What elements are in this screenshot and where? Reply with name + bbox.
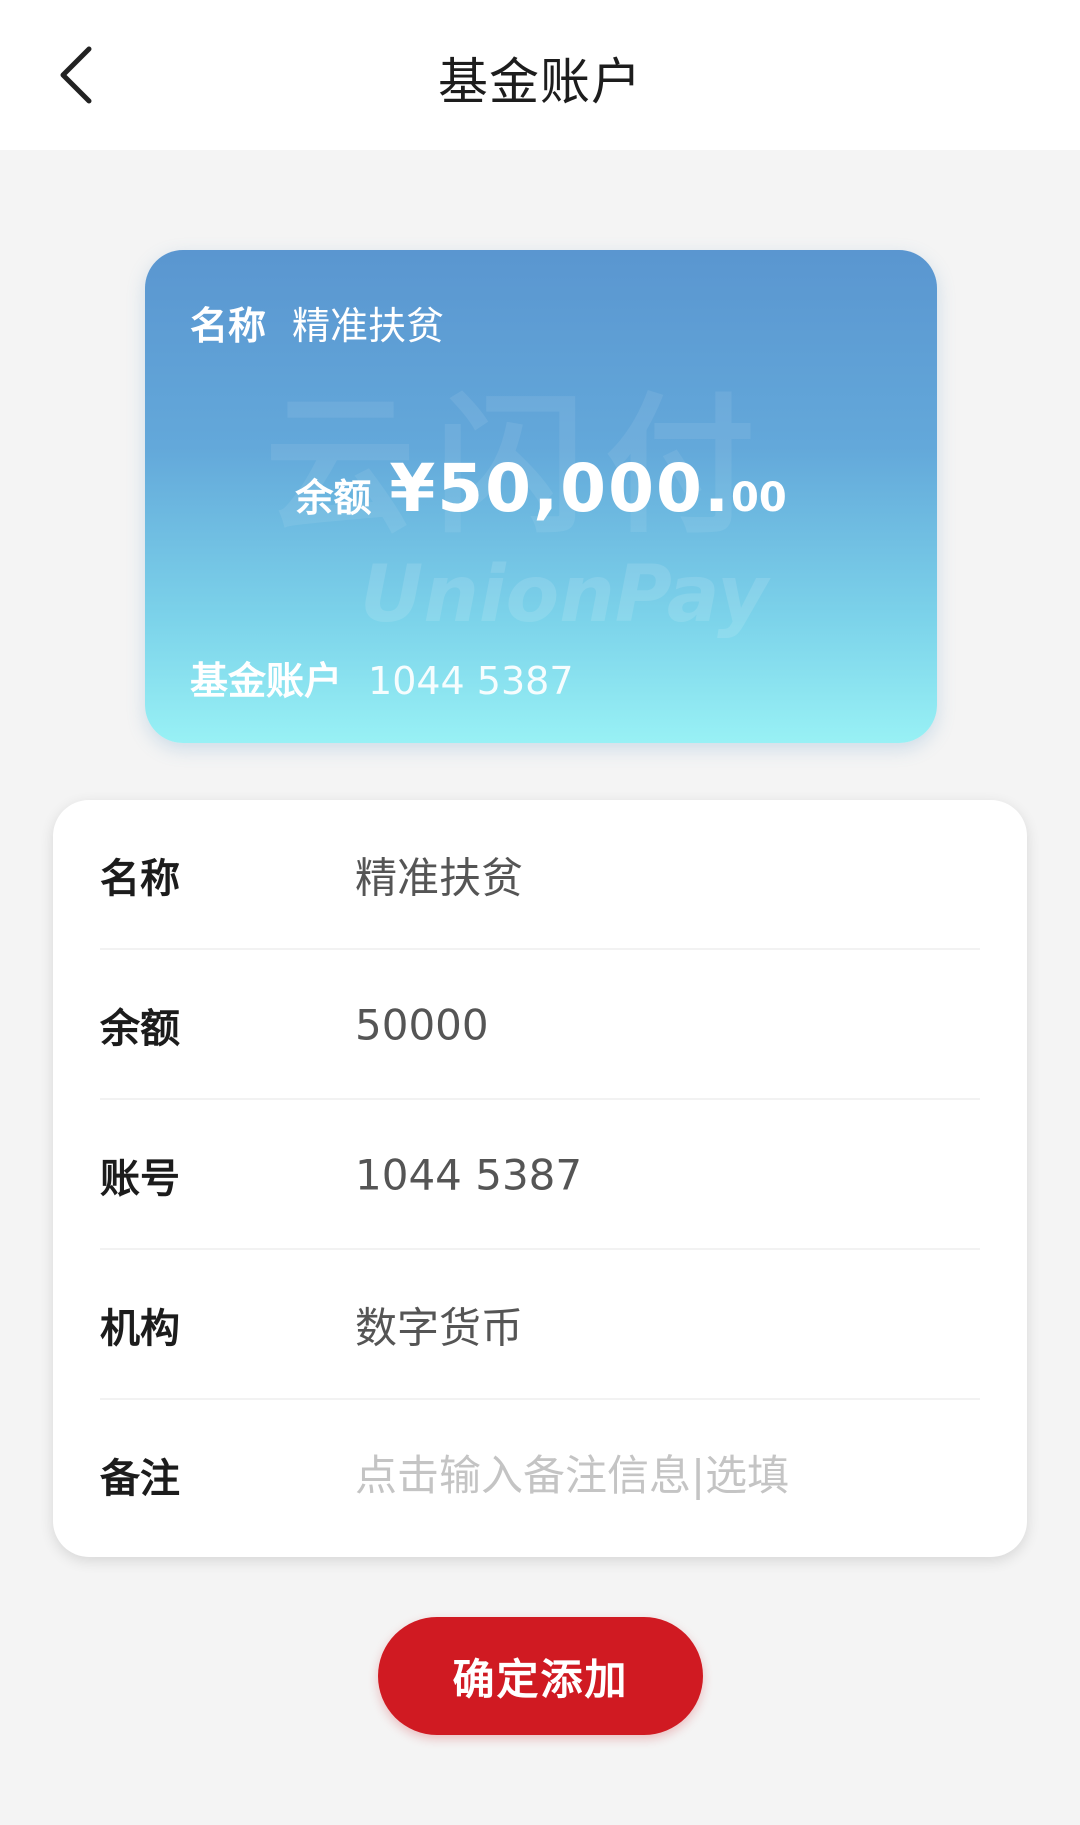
detail-row-name: 名称 精准扶贫: [53, 800, 1027, 950]
remark-label: 备注: [100, 1456, 180, 1502]
detail-label: 名称: [100, 856, 180, 902]
detail-label: 账号: [100, 1156, 180, 1202]
card-name: 名称 精准扶贫: [190, 295, 444, 350]
page-title: 基金账户: [438, 53, 642, 111]
detail-label: 余额: [100, 1006, 180, 1052]
remark-input[interactable]: [355, 1440, 975, 1510]
confirm-add-button[interactable]: 确定添加: [378, 1617, 703, 1735]
card-account: 基金账户 1044 5387: [190, 650, 574, 705]
detail-label: 机构: [100, 1306, 180, 1352]
fund-account-card: 云闪付 UnionPay 名称 精准扶贫 余额 ¥50,000.00 基金账户 104…: [145, 250, 937, 743]
detail-row-institution: 机构 数字货币: [53, 1250, 1027, 1400]
detail-value: 50000: [355, 1000, 489, 1050]
detail-row-account: 账号 1044 5387: [53, 1100, 1027, 1250]
detail-value: 数字货币: [355, 1303, 524, 1353]
card-balance-cents: 00: [731, 475, 787, 521]
account-details-panel: 名称 精准扶贫 余额 50000 账号 1044 5387 机构 数字货币 备注: [53, 800, 1027, 1557]
card-balance-label: 余额: [295, 476, 372, 520]
detail-row-balance: 余额 50000: [53, 950, 1027, 1100]
card-balance: 余额 ¥50,000.00: [145, 450, 937, 527]
detail-value: 精准扶贫: [355, 853, 524, 903]
detail-row-remark: 备注: [53, 1400, 1027, 1550]
card-account-label: 基金账户: [190, 659, 343, 703]
card-name-value: 精准扶贫: [292, 304, 445, 348]
top-bar: 基金账户: [0, 0, 1080, 150]
card-balance-amount: ¥50,000.: [389, 450, 732, 527]
card-name-label: 名称: [190, 304, 267, 348]
card-account-number: 1044 5387: [368, 659, 574, 703]
detail-value: 1044 5387: [355, 1150, 583, 1200]
card-watermark-en: UnionPay: [360, 550, 768, 640]
